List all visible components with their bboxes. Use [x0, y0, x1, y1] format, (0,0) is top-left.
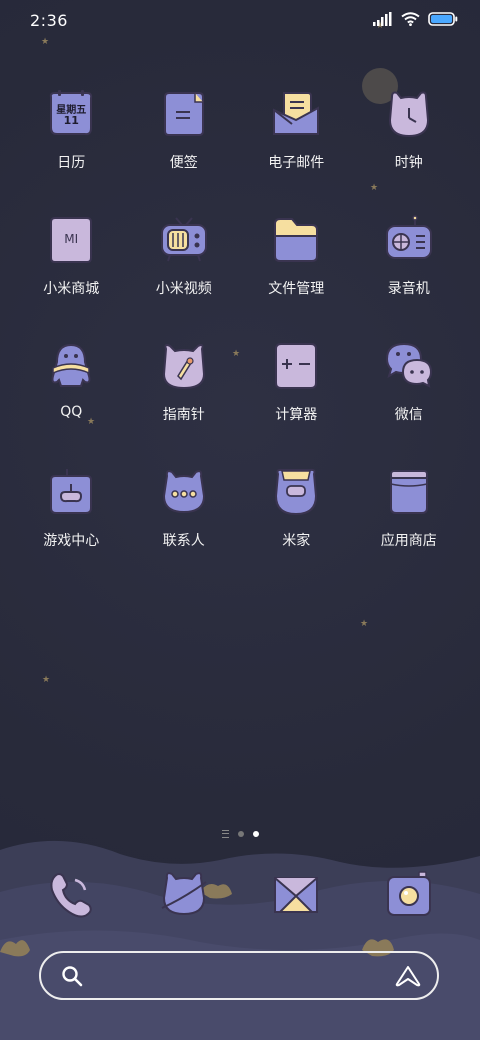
mijia-icon — [270, 466, 322, 518]
app-app-store[interactable]: 应用商店 — [353, 466, 466, 592]
battery-icon — [428, 12, 458, 26]
app-mi-video[interactable]: 小米视频 — [128, 214, 241, 340]
app-file-manager[interactable]: 文件管理 — [240, 214, 353, 340]
dock-camera[interactable] — [353, 868, 466, 920]
app-notes[interactable]: 便签 — [128, 88, 241, 214]
app-mi-store[interactable]: MI 小米商城 — [15, 214, 128, 340]
dock-phone[interactable] — [15, 868, 128, 920]
video-icon — [158, 214, 210, 266]
calendar-icon: 星期五 11 — [45, 88, 97, 140]
app-label: 指南针 — [162, 407, 205, 423]
app-qq[interactable]: QQ — [15, 340, 128, 466]
dock — [15, 868, 465, 920]
app-store-icon — [383, 466, 435, 518]
calculator-icon — [270, 340, 322, 392]
app-calendar[interactable]: 星期五 11 日历 — [15, 88, 128, 214]
app-label: 日历 — [57, 155, 86, 171]
assistant-icon[interactable] — [395, 965, 421, 987]
calendar-day: 11 — [63, 114, 79, 127]
mi-store-icon: MI — [45, 214, 97, 266]
hills-decoration — [0, 840, 480, 1040]
app-label: QQ — [60, 404, 83, 420]
app-email[interactable]: 电子邮件 — [240, 88, 353, 214]
app-compass[interactable]: 指南针 — [128, 340, 241, 466]
wifi-icon — [401, 12, 420, 26]
app-game-center[interactable]: 游戏中心 — [15, 466, 128, 592]
mi-logo-text: MI — [64, 232, 79, 246]
messages-icon — [270, 868, 322, 920]
app-label: 应用商店 — [380, 533, 437, 549]
app-label: 电子邮件 — [268, 155, 325, 171]
search-bar[interactable] — [39, 951, 439, 1000]
status-time: 2:36 — [30, 11, 68, 30]
app-label: 联系人 — [162, 533, 205, 549]
recorder-icon — [383, 214, 435, 266]
app-clock[interactable]: 时钟 — [353, 88, 466, 214]
notes-icon — [158, 88, 210, 140]
app-label: 小米视频 — [155, 281, 212, 297]
browser-icon — [158, 868, 210, 920]
app-grid: 星期五 11 日历 便签 电子邮件 时钟 MI 小米商城 小米视频 文件管理 录… — [15, 88, 465, 592]
app-contacts[interactable]: 联系人 — [128, 466, 241, 592]
app-label: 时钟 — [394, 155, 423, 171]
camera-icon — [383, 868, 435, 920]
app-label: 录音机 — [387, 281, 430, 297]
app-label: 文件管理 — [268, 281, 325, 297]
search-icon — [62, 966, 83, 987]
contacts-icon — [158, 466, 210, 518]
compass-icon — [158, 340, 210, 392]
app-label: 米家 — [282, 533, 311, 549]
app-label: 小米商城 — [43, 281, 100, 297]
qq-icon — [45, 340, 97, 392]
status-bar: 2:36 — [0, 0, 480, 42]
app-label: 微信 — [394, 407, 423, 423]
clock-icon — [383, 88, 435, 140]
app-label: 游戏中心 — [43, 533, 100, 549]
folder-icon — [270, 214, 322, 266]
game-center-icon — [45, 466, 97, 518]
app-recorder[interactable]: 录音机 — [353, 214, 466, 340]
dock-messages[interactable] — [240, 868, 353, 920]
app-label: 便签 — [169, 155, 198, 171]
phone-icon — [45, 868, 97, 920]
app-label: 计算器 — [275, 407, 318, 423]
dock-browser[interactable] — [128, 868, 241, 920]
app-mijia[interactable]: 米家 — [240, 466, 353, 592]
wechat-icon — [383, 340, 435, 392]
app-calculator[interactable]: 计算器 — [240, 340, 353, 466]
email-icon — [270, 88, 322, 140]
signal-icon — [373, 12, 392, 26]
app-wechat[interactable]: 微信 — [353, 340, 466, 466]
